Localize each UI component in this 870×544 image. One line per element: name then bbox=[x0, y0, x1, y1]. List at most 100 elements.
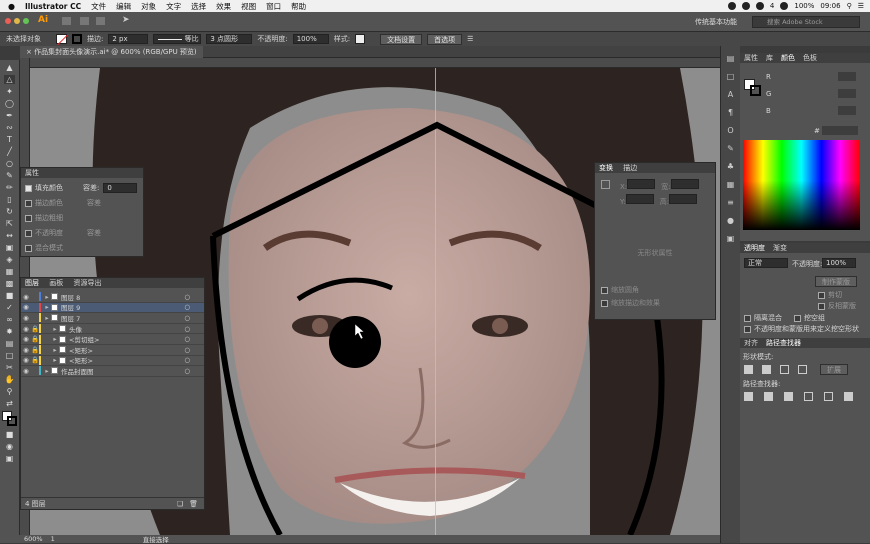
outline-icon[interactable] bbox=[824, 392, 833, 401]
target-circle-icon[interactable]: ○ bbox=[184, 303, 190, 311]
ref-point-icon[interactable] bbox=[601, 180, 610, 189]
app-menu[interactable]: Illustrator CC bbox=[25, 2, 81, 11]
menu-view[interactable]: 视图 bbox=[241, 1, 256, 12]
opacity-row[interactable]: 不透明度 容差 bbox=[25, 226, 139, 241]
layer-row[interactable]: ◉ ▸ 图层 8 ○ bbox=[21, 292, 204, 303]
color-mode-icon[interactable]: ■ bbox=[4, 430, 15, 439]
lock-icon[interactable]: 🔒 bbox=[31, 346, 39, 354]
visibility-eye-icon[interactable]: ◉ bbox=[21, 346, 31, 354]
intersect-icon[interactable] bbox=[780, 365, 789, 374]
expand-button[interactable]: 扩展 bbox=[820, 364, 848, 375]
knockout-row[interactable]: 挖空组 bbox=[794, 313, 825, 323]
opacity-field-2[interactable]: 100% bbox=[822, 258, 856, 268]
opacity-checkbox[interactable] bbox=[25, 229, 32, 237]
isolate-checkbox[interactable] bbox=[744, 314, 751, 322]
tab-transform[interactable]: 变换 bbox=[599, 164, 613, 172]
appearance-icon[interactable]: ● bbox=[726, 216, 736, 226]
tab-libraries[interactable]: 库 bbox=[766, 53, 773, 63]
g-field[interactable] bbox=[838, 89, 856, 98]
menu-select[interactable]: 选择 bbox=[191, 1, 206, 12]
menu-edit[interactable]: 编辑 bbox=[116, 1, 131, 12]
w-field[interactable] bbox=[670, 179, 699, 189]
artboard-tool-icon[interactable]: □ bbox=[4, 351, 15, 360]
artboard-nav[interactable]: 1 bbox=[51, 535, 55, 543]
graphic-styles-icon[interactable]: ▣ bbox=[726, 234, 736, 244]
isolate-row[interactable]: 隔离混合 bbox=[744, 313, 782, 323]
scale-corners-checkbox[interactable] bbox=[601, 286, 608, 294]
layer-row[interactable]: ◉ ▸ 图层 9 ○ bbox=[21, 302, 204, 314]
tray-app-icon[interactable] bbox=[755, 2, 764, 10]
character-icon[interactable]: A bbox=[726, 90, 736, 100]
selection-tool-icon[interactable]: ▲ bbox=[4, 63, 15, 72]
divide-icon[interactable] bbox=[744, 392, 753, 401]
type-tool-icon[interactable]: T bbox=[4, 135, 15, 144]
target-circle-icon[interactable]: ○ bbox=[184, 346, 190, 354]
document-tab[interactable]: × 作品集封面头像演示.ai* @ 600% (RGB/GPU 预览) bbox=[20, 46, 203, 58]
trim-icon[interactable] bbox=[764, 392, 773, 401]
arrange-icon[interactable] bbox=[80, 17, 89, 25]
stroke-color-checkbox[interactable] bbox=[25, 199, 32, 207]
visibility-eye-icon[interactable]: ◉ bbox=[21, 335, 31, 343]
zoom-tool-icon[interactable]: ⚲ bbox=[4, 387, 15, 396]
target-circle-icon[interactable]: ○ bbox=[184, 325, 190, 333]
target-circle-icon[interactable]: ○ bbox=[184, 356, 190, 364]
graph-tool-icon[interactable]: ▤ bbox=[4, 339, 15, 348]
menu-window[interactable]: 窗口 bbox=[266, 1, 281, 12]
menu-effect[interactable]: 效果 bbox=[216, 1, 231, 12]
curvature-tool-icon[interactable]: ∾ bbox=[4, 123, 15, 132]
r-field[interactable] bbox=[838, 72, 856, 81]
menu-type[interactable]: 文字 bbox=[166, 1, 181, 12]
merge-icon[interactable] bbox=[784, 392, 793, 401]
shape-builder-tool-icon[interactable]: ◈ bbox=[4, 255, 15, 264]
perspective-tool-icon[interactable]: ▦ bbox=[4, 267, 15, 276]
layer-row[interactable]: ◉ 🔒 ▸ <矩形> ○ bbox=[21, 355, 204, 367]
expand-triangle-icon[interactable]: ▸ bbox=[51, 346, 59, 354]
tray-app-icon[interactable] bbox=[741, 2, 750, 10]
doc-setup-button[interactable]: 文档设置 bbox=[380, 33, 423, 45]
library-icon[interactable] bbox=[62, 17, 71, 25]
direct-selection-tool-icon[interactable]: △ bbox=[4, 75, 15, 84]
send-icon[interactable]: ➤ bbox=[122, 15, 130, 25]
panel-header[interactable]: 属性 bbox=[21, 168, 143, 178]
tab-color[interactable]: 颜色 bbox=[781, 53, 795, 63]
invert-checkbox[interactable] bbox=[818, 302, 825, 310]
panel-tab-properties[interactable]: 属性 bbox=[25, 169, 39, 177]
blend-checkbox[interactable] bbox=[25, 244, 32, 252]
stock-search-input[interactable]: 搜索 Adobe Stock bbox=[752, 16, 860, 28]
blend-row[interactable]: 混合模式 bbox=[25, 241, 139, 256]
fill-color-row[interactable]: 填充颜色 容差: 0 bbox=[25, 181, 139, 196]
target-circle-icon[interactable]: ○ bbox=[184, 314, 190, 322]
y-field[interactable] bbox=[625, 194, 654, 204]
wifi-icon[interactable] bbox=[780, 2, 789, 10]
swap-colors-icon[interactable]: ⇄ bbox=[4, 399, 15, 408]
h-field[interactable] bbox=[669, 194, 698, 204]
pen-tool-icon[interactable]: ✒ bbox=[4, 111, 15, 120]
expand-triangle-icon[interactable]: ▸ bbox=[43, 314, 51, 322]
gradient-tool-icon[interactable]: ■ bbox=[4, 291, 15, 300]
lock-icon[interactable]: 🔒 bbox=[31, 356, 39, 364]
zoom-field[interactable]: 600% bbox=[24, 535, 43, 543]
brush-dropdown[interactable]: 3 点圆形 bbox=[206, 34, 253, 44]
visibility-eye-icon[interactable]: ◉ bbox=[21, 303, 31, 311]
tab-layers[interactable]: 图层 bbox=[25, 279, 39, 287]
delete-layer-icon[interactable]: 🗑 bbox=[189, 500, 198, 508]
style-swatch[interactable] bbox=[355, 34, 366, 44]
expand-triangle-icon[interactable]: ▸ bbox=[51, 356, 59, 364]
minus-back-icon[interactable] bbox=[844, 392, 853, 401]
stroke-weight-row[interactable]: 描边粗细 bbox=[25, 211, 139, 226]
layer-row[interactable]: ◉ 🔒 ▸ <剪切组> ○ bbox=[21, 334, 204, 345]
target-circle-icon[interactable]: ○ bbox=[184, 293, 190, 301]
window-zoom-icon[interactable] bbox=[23, 18, 29, 24]
scale-tool-icon[interactable]: ⇱ bbox=[4, 219, 15, 228]
clip-row[interactable]: 剪切 bbox=[818, 290, 842, 300]
define-checkbox[interactable] bbox=[744, 325, 751, 333]
mesh-tool-icon[interactable]: ▩ bbox=[4, 279, 15, 288]
tab-swatches[interactable]: 色板 bbox=[803, 53, 817, 63]
x-field[interactable] bbox=[627, 179, 656, 189]
expand-triangle-icon[interactable]: ▸ bbox=[51, 335, 59, 343]
layer-row[interactable]: ◉ 🔒 ▸ <矩形> ○ bbox=[21, 345, 204, 356]
fill-stroke-swatch[interactable] bbox=[2, 411, 18, 427]
tab-gradient[interactable]: 渐变 bbox=[773, 243, 787, 253]
notification-icon[interactable]: ☰ bbox=[858, 2, 864, 10]
layer-row[interactable]: ◉ ▸ 图层 7 ○ bbox=[21, 313, 204, 324]
